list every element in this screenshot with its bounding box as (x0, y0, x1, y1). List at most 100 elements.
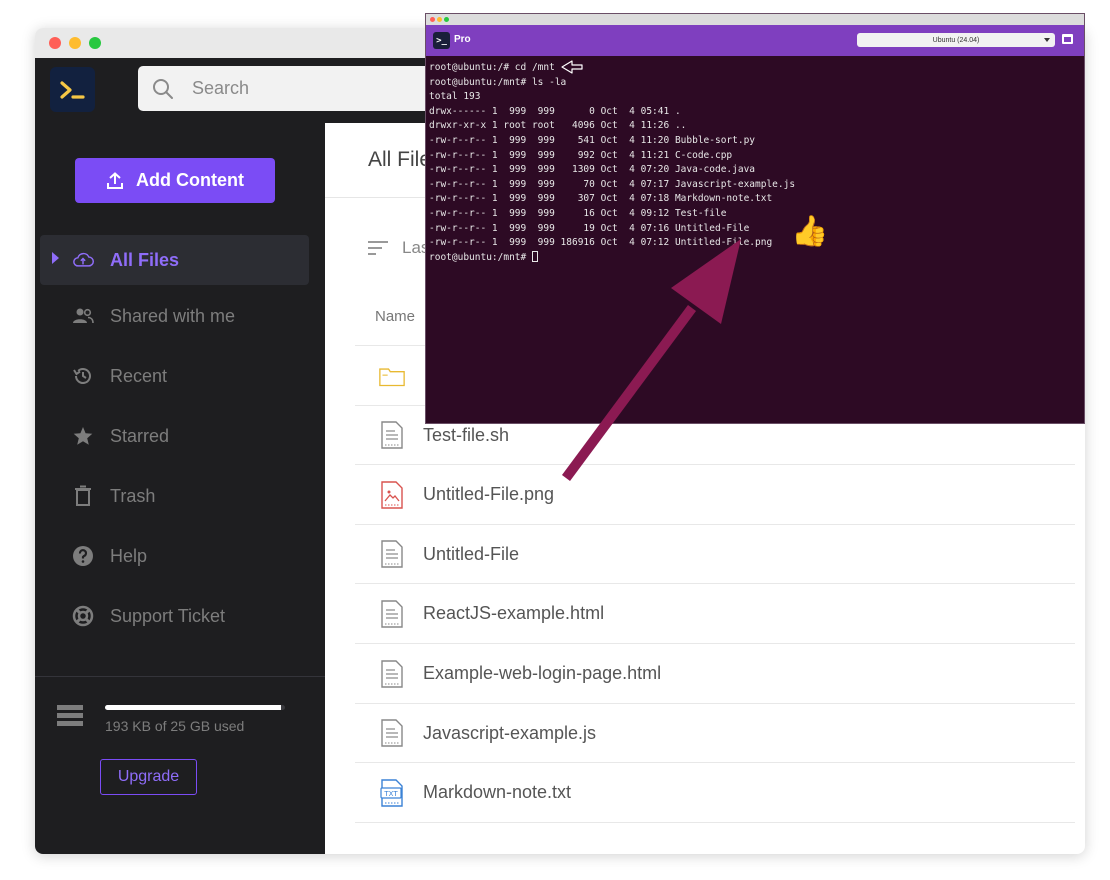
lifebuoy-icon (72, 605, 94, 627)
document-icon (379, 659, 405, 689)
terminal-window: >_ Pro Ubuntu (24.04) root@ubuntu:/# cd … (425, 13, 1085, 424)
terminal-line-text: -rw-r--r-- 1 999 999 19 Oct 4 07:16 Unti… (429, 222, 750, 234)
document-icon (379, 539, 405, 569)
search-input[interactable] (192, 78, 412, 99)
caret-right-icon (52, 252, 59, 264)
terminal-maximize-button[interactable] (444, 17, 449, 22)
file-row[interactable]: ReactJS-example.html (355, 583, 1075, 643)
terminal-line: root@ubuntu:/# cd /mnt (429, 61, 795, 76)
txt-file-icon: TXT (379, 778, 405, 808)
file-row[interactable]: TXT Markdown-note.txt (355, 762, 1075, 822)
help-icon (72, 545, 94, 567)
sidebar-item-all-files[interactable]: All Files (40, 235, 309, 285)
file-list-end-divider (355, 821, 1075, 823)
add-content-label: Add Content (136, 170, 244, 190)
terminal-toolbar: >_ Pro Ubuntu (24.04) (426, 25, 1084, 56)
terminal-line: -rw-r--r-- 1 999 999 16 Oct 4 09:12 Test… (429, 207, 795, 222)
window-toggle-icon[interactable] (1062, 34, 1073, 44)
terminal-line-text: total 193 (429, 91, 481, 103)
terminal-line-text: -rw-r--r-- 1 999 999 70 Oct 4 07:17 Java… (429, 178, 796, 190)
terminal-line: -rw-r--r-- 1 999 999 70 Oct 4 07:17 Java… (429, 178, 795, 193)
storage-icon (57, 705, 83, 726)
star-icon (72, 425, 94, 447)
document-icon (379, 599, 405, 629)
terminal-logo-icon: >_ (433, 32, 450, 49)
terminal-output[interactable]: root@ubuntu:/# cd /mnt root@ubuntu:/mnt# … (429, 61, 795, 265)
terminal-line: drwx------ 1 999 999 0 Oct 4 05:41 . (429, 105, 795, 120)
thumbs-up-icon: 👍 (791, 214, 829, 249)
terminal-cursor (531, 250, 538, 262)
terminal-titlebar (426, 14, 1084, 25)
app-logo[interactable] (50, 67, 95, 112)
document-icon (379, 718, 405, 748)
terminal-line: -rw-r--r-- 1 999 999 992 Oct 4 11:21 C-c… (429, 149, 795, 164)
terminal-line-text: -rw-r--r-- 1 999 999 16 Oct 4 09:12 Test… (429, 207, 727, 219)
storage-usage-text: 193 KB of 25 GB used (105, 718, 245, 734)
terminal-line-text: root@ubuntu:/# cd /mnt (429, 62, 555, 73)
sidebar-item-shared-with-me[interactable]: Shared with me (40, 291, 309, 341)
minimize-window-button[interactable] (69, 37, 81, 49)
terminal-line: -rw-r--r-- 1 999 999 541 Oct 4 11:20 Bub… (429, 134, 795, 149)
sidebar-item-label: All Files (110, 249, 180, 270)
file-name: Example-web-login-page.html (423, 663, 662, 683)
terminal-line-text: -rw-r--r-- 1 999 999 541 Oct 4 11:20 Bub… (429, 134, 756, 146)
people-icon (72, 305, 94, 327)
svg-text:TXT: TXT (383, 790, 398, 798)
chevron-down-icon (1044, 38, 1050, 42)
sidebar-item-label: Trash (110, 485, 156, 506)
image-file-icon (379, 480, 405, 510)
file-row[interactable]: Untitled-File (355, 523, 1075, 584)
sidebar-item-recent[interactable]: Recent (40, 351, 309, 401)
terminal-minimize-button[interactable] (437, 17, 442, 22)
history-icon (72, 365, 94, 387)
terminal-line-text: root@ubuntu:/mnt# (429, 251, 532, 263)
terminal-line-text: -rw-r--r-- 1 999 999 992 Oct 4 11:21 C-c… (429, 149, 733, 161)
column-header-name[interactable]: Name (375, 308, 415, 325)
search-bar[interactable] (138, 66, 458, 111)
terminal-close-button[interactable] (430, 17, 435, 22)
sidebar-item-support-ticket[interactable]: Support Ticket (40, 591, 309, 641)
terminal-line: total 193 (429, 90, 795, 105)
sidebar-item-label: Support Ticket (110, 605, 226, 626)
terminal-prompt-icon (59, 80, 85, 99)
terminal-line-text: -rw-r--r-- 1 999 999 186916 Oct 4 07:12 … (429, 237, 773, 249)
distro-select[interactable]: Ubuntu (24.04) (857, 33, 1055, 47)
sidebar-item-label: Starred (110, 425, 170, 446)
terminal-line: -rw-r--r-- 1 999 999 186916 Oct 4 07:12 … (429, 236, 795, 251)
sidebar-item-label: Help (110, 545, 148, 566)
upload-icon (107, 171, 123, 189)
trash-icon (72, 485, 94, 507)
storage-progress-bar (105, 705, 285, 710)
document-icon (379, 420, 405, 450)
cloud-upload-icon (72, 249, 94, 271)
storage-divider (35, 676, 325, 677)
terminal-line-text: drwx------ 1 999 999 0 Oct 4 05:41 . (429, 105, 681, 117)
sidebar-item-help[interactable]: Help (40, 531, 309, 581)
terminal-line-text: -rw-r--r-- 1 999 999 307 Oct 4 07:18 Mar… (429, 193, 773, 205)
close-window-button[interactable] (49, 37, 61, 49)
sidebar-item-starred[interactable]: Starred (40, 411, 309, 461)
file-row[interactable]: Example-web-login-page.html (355, 643, 1075, 703)
add-content-button[interactable]: Add Content (75, 158, 275, 203)
terminal-line: root@ubuntu:/mnt# ls -la (429, 76, 795, 91)
maximize-window-button[interactable] (89, 37, 101, 49)
storage-progress-fill (105, 705, 282, 710)
file-row[interactable]: Untitled-File.png (355, 464, 1075, 524)
terminal-line-text: drwxr-xr-x 1 root root 4096 Oct 4 11:26 … (429, 120, 687, 132)
terminal-line-text: root@ubuntu:/mnt# ls -la (429, 76, 567, 88)
file-name: Markdown-note.txt (423, 782, 572, 803)
sidebar-item-label: Shared with me (110, 305, 236, 326)
file-name: ReactJS-example.html (423, 603, 605, 624)
file-name: Test-file.sh (423, 424, 510, 445)
terminal-line: root@ubuntu:/mnt# (429, 250, 795, 266)
terminal-line-text: -rw-r--r-- 1 999 999 1309 Oct 4 07:20 Ja… (429, 164, 756, 176)
terminal-line: -rw-r--r-- 1 999 999 307 Oct 4 07:18 Mar… (429, 192, 795, 207)
file-name: Untitled-File.png (423, 484, 555, 505)
file-row[interactable]: Javascript-example.js (355, 702, 1075, 763)
sidebar-item-label: Recent (110, 365, 168, 386)
sidebar-item-trash[interactable]: Trash (40, 471, 309, 521)
folder-icon (379, 361, 405, 391)
file-name: Javascript-example.js (423, 722, 597, 743)
upgrade-button[interactable]: Upgrade (100, 759, 197, 795)
terminal-line: -rw-r--r-- 1 999 999 1309 Oct 4 07:20 Ja… (429, 163, 795, 178)
